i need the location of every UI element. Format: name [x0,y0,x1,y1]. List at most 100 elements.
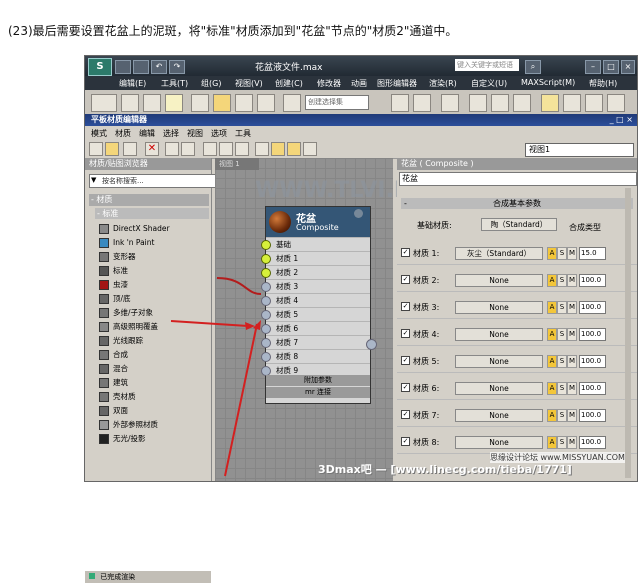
amount-spinner[interactable]: 100.0 [579,274,606,287]
menu-animation[interactable]: 动画 [351,78,367,89]
amount-spinner[interactable]: 15.0 [579,247,606,260]
composite-mode-m-button[interactable]: M [567,247,577,260]
material-enable-checkbox[interactable]: ✓ [401,410,410,419]
node-output-icon[interactable] [354,209,363,218]
menu-rendering[interactable]: 渲染(R) [429,78,457,89]
move-icon[interactable] [143,94,161,112]
menu-modifiers[interactable]: 修改器 [317,78,341,89]
menu-help[interactable]: 帮助(H) [589,78,617,89]
slot-socket-icon[interactable] [261,282,271,292]
show-map-icon[interactable] [203,142,217,156]
node-view[interactable]: 视图 1 WWW.TLVI.NET 花盆 Composite 基础 材质 1 材质 … [170,158,442,481]
material-slot-button[interactable]: None [455,274,543,287]
material-slot-button[interactable]: None [455,301,543,314]
schematic-view-icon[interactable] [491,94,509,112]
composite-mode-s-button[interactable]: S [557,382,567,395]
node-slot[interactable]: 基础 [261,237,370,251]
redo-icon[interactable]: ↷ [169,60,185,74]
composite-mode-a-button[interactable]: A [547,409,557,422]
material-enable-checkbox[interactable]: ✓ [401,302,410,311]
menu-tools[interactable]: 工具(T) [161,78,188,89]
rendered-frame-icon[interactable] [563,94,581,112]
param-editor-icon[interactable] [287,142,301,156]
composite-mode-a-button[interactable]: A [547,382,557,395]
composite-mode-m-button[interactable]: M [567,274,577,287]
menu-maxscript[interactable]: MAXScript(M) [521,78,575,87]
new-icon[interactable] [115,60,131,74]
menu-views[interactable]: 视图(V) [235,78,263,89]
rollup-extra-params[interactable]: 附加参数 [266,375,370,386]
material-enable-checkbox[interactable]: ✓ [401,275,410,284]
angle-snap-icon[interactable] [213,94,231,112]
composite-mode-s-button[interactable]: S [557,328,567,341]
assign-material-icon[interactable] [123,142,137,156]
material-slot-button[interactable]: None [455,328,543,341]
maximize-icon[interactable]: □ [603,60,619,74]
render-icon[interactable] [585,94,603,112]
material-slot-button[interactable]: None [455,436,543,449]
composite-mode-a-button[interactable]: A [547,274,557,287]
slot-socket-icon[interactable] [261,324,271,334]
amount-spinner[interactable]: 100.0 [579,436,606,449]
activeshade-icon[interactable] [607,94,625,112]
hide-unused-icon[interactable] [303,142,317,156]
sme-menu-mode[interactable]: 模式 [91,128,107,139]
material-slot-button[interactable]: None [455,355,543,368]
material-name-field[interactable]: 花盆 [399,172,637,186]
edit-named-selection-icon[interactable] [283,94,301,112]
sme-menu-options[interactable]: 选项 [211,128,227,139]
composite-mode-m-button[interactable]: M [567,328,577,341]
material-slot-button[interactable]: 灰尘（Standard） [455,247,543,260]
node-slot[interactable]: 材质 8 [261,349,370,363]
layout-children-icon[interactable] [181,142,195,156]
render-setup-icon[interactable] [541,94,559,112]
pick-material-icon[interactable] [89,142,103,156]
composite-node[interactable]: 花盆 Composite 基础 材质 1 材质 2 材质 3 材质 4 材质 5 材质 6 材… [261,206,377,404]
node-slot[interactable]: 材质 1 [261,251,370,265]
sme-menu-edit[interactable]: 编辑 [139,128,155,139]
composite-mode-s-button[interactable]: S [557,436,567,449]
spinner-snap-icon[interactable] [257,94,275,112]
search-icon[interactable]: ⌕ [525,60,541,74]
node-slot[interactable]: 材质 2 [261,265,370,279]
sme-menu-tools[interactable]: 工具 [235,128,251,139]
composite-mode-a-button[interactable]: A [547,247,557,260]
select-object-icon[interactable] [165,94,183,112]
composite-mode-m-button[interactable]: M [567,382,577,395]
node-slot[interactable]: 材质 5 [261,307,370,321]
navigator-icon[interactable] [271,142,285,156]
composite-mode-s-button[interactable]: S [557,247,567,260]
snap-3-icon[interactable] [191,94,209,112]
amount-spinner[interactable]: 100.0 [579,301,606,314]
amount-spinner[interactable]: 100.0 [579,355,606,368]
rollout-composite-basic[interactable]: - 合成基本参数 [401,198,633,209]
go-parent-icon[interactable] [255,142,269,156]
amount-spinner[interactable]: 100.0 [579,409,606,422]
composite-mode-m-button[interactable]: M [567,355,577,368]
slot-socket-icon[interactable] [261,352,271,362]
show-end-result-icon[interactable] [235,142,249,156]
composite-mode-a-button[interactable]: A [547,301,557,314]
material-enable-checkbox[interactable]: ✓ [401,383,410,392]
menu-graph-editors[interactable]: 图形编辑器 [377,78,417,89]
composite-mode-a-button[interactable]: A [547,355,557,368]
sme-menu-material[interactable]: 材质 [115,128,131,139]
material-slot-button[interactable]: None [455,409,543,422]
material-enable-checkbox[interactable]: ✓ [401,356,410,365]
max-logo-icon[interactable]: S [88,58,112,76]
sme-menu-view[interactable]: 视图 [187,128,203,139]
percent-snap-icon[interactable] [235,94,253,112]
composite-mode-m-button[interactable]: M [567,436,577,449]
slot-socket-icon[interactable] [261,254,271,264]
material-slot-button[interactable]: None [455,382,543,395]
sme-menu-select[interactable]: 选择 [163,128,179,139]
composite-mode-s-button[interactable]: S [557,409,567,422]
base-material-button[interactable]: 陶（Standard） [481,218,557,231]
undo-icon[interactable]: ↶ [151,60,167,74]
slot-socket-icon[interactable] [261,268,271,278]
slot-socket-icon[interactable] [261,296,271,306]
node-slot[interactable]: 材质 7 [261,335,370,349]
select-link-icon[interactable] [121,94,139,112]
material-enable-checkbox[interactable]: ✓ [401,248,410,257]
layer-manager-icon[interactable] [441,94,459,112]
